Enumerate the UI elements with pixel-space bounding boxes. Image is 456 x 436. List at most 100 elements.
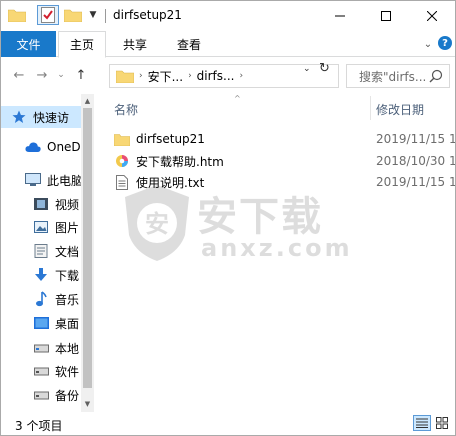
sidebar-item-downloads[interactable]: 下载 xyxy=(1,264,81,286)
sidebar-item-software-disk[interactable]: 软件 xyxy=(1,360,81,382)
search-placeholder: 搜索"dirfs... xyxy=(359,69,427,84)
tab-share[interactable]: 共享 xyxy=(111,31,159,57)
chevron-down-icon: ⌄ xyxy=(423,38,433,50)
file-name: dirfsetup21 xyxy=(136,132,205,146)
back-button[interactable]: ← xyxy=(10,66,28,84)
new-folder-button[interactable] xyxy=(64,7,82,23)
up-button[interactable]: ↑ xyxy=(72,66,90,84)
properties-button[interactable] xyxy=(37,5,59,25)
quick-access-dropdown[interactable]: ▼ xyxy=(87,7,99,23)
search-icon xyxy=(429,69,443,83)
drive-icon xyxy=(33,387,49,403)
status-bar: 3 个项目 xyxy=(1,412,455,435)
column-header-date[interactable]: 修改日期 xyxy=(376,101,424,118)
sidebar-item-videos[interactable]: 视频 xyxy=(1,193,81,215)
download-icon xyxy=(33,267,49,283)
breadcrumb-segment[interactable]: dirfs... xyxy=(197,69,235,83)
navigation-scrollbar[interactable]: ▲ ▼ xyxy=(81,94,94,412)
minimize-button[interactable] xyxy=(317,1,363,31)
tab-home[interactable]: 主页 xyxy=(58,31,106,58)
sidebar-item-label: 本地 xyxy=(55,341,80,356)
column-header-name[interactable]: 名称 xyxy=(114,101,138,118)
sidebar-item-label: 桌面 xyxy=(55,316,80,331)
help-icon[interactable]: ? xyxy=(438,36,452,50)
watermark-logo: 安 安下载 anxz.com xyxy=(123,178,350,268)
sidebar-item-label: 备份 xyxy=(55,388,80,403)
search-input[interactable]: 搜索"dirfs... xyxy=(346,64,450,88)
pictures-icon xyxy=(33,219,49,235)
close-icon xyxy=(427,11,437,21)
window-title: dirfsetup21 xyxy=(113,8,182,22)
chevron-down-icon: ⌄ xyxy=(303,64,311,74)
scroll-up-icon[interactable]: ▲ xyxy=(83,96,92,105)
documents-icon xyxy=(33,243,49,259)
tab-file[interactable]: 文件 xyxy=(1,31,56,57)
address-dropdown-button[interactable]: ⌄ xyxy=(303,64,311,74)
sidebar-item-label: 文档 xyxy=(55,244,80,259)
svg-text:安: 安 xyxy=(145,210,169,238)
sidebar-item-label: 音乐 xyxy=(55,292,80,307)
file-row[interactable]: 安下载帮助.htm 2018/10/30 1 xyxy=(114,151,455,171)
column-divider[interactable] xyxy=(370,96,371,120)
breadcrumb-segment[interactable]: 安下... xyxy=(148,68,183,85)
cloud-icon xyxy=(25,139,41,155)
sidebar-item-label: 图片 xyxy=(55,220,80,235)
sidebar-item-desktop[interactable]: 桌面 xyxy=(1,312,81,334)
maximize-button[interactable] xyxy=(363,1,409,31)
watermark-subtitle: anxz.com xyxy=(201,234,353,262)
sidebar-item-onedrive[interactable]: OneD xyxy=(1,136,81,158)
drive-icon xyxy=(33,363,49,379)
chevron-right-icon[interactable]: › xyxy=(188,71,192,81)
arrow-right-icon: → xyxy=(36,67,48,83)
recent-locations-button[interactable]: ⌄ xyxy=(55,66,67,84)
large-icons-view-button[interactable] xyxy=(433,415,451,431)
close-button[interactable] xyxy=(409,1,455,31)
sidebar-item-label: 软件 xyxy=(55,364,80,379)
refresh-icon: ↻ xyxy=(319,61,330,76)
computer-icon xyxy=(25,172,41,188)
sidebar-item-documents[interactable]: 文档 xyxy=(1,240,81,262)
explorer-window: ▼ dirfsetup21 文件 主页 共享 查看 ⌄ ? ← → ⌄ ↑ › … xyxy=(0,0,456,436)
sidebar-item-backup-disk[interactable]: 备份 xyxy=(1,384,81,406)
file-date: 2019/11/15 1 xyxy=(376,132,455,146)
html-file-icon xyxy=(114,153,130,169)
large-icons-view-icon xyxy=(436,417,448,429)
file-date: 2019/11/15 1 xyxy=(376,175,455,189)
ribbon-tabs: 文件 主页 共享 查看 ⌄ ? xyxy=(1,31,455,58)
maximize-icon xyxy=(381,11,391,21)
tab-view[interactable]: 查看 xyxy=(165,31,213,57)
folder-icon xyxy=(8,7,26,23)
sidebar-item-local-disk[interactable]: 本地 xyxy=(1,337,81,359)
refresh-button[interactable]: ↻ xyxy=(319,61,330,76)
sidebar-item-label: 快速访 xyxy=(33,110,70,125)
star-icon xyxy=(11,109,27,125)
details-view-button[interactable] xyxy=(413,415,431,431)
navigation-bar: ← → ⌄ ↑ › 安下... › dirfs... › ⌄ ↻ 搜索"dirf… xyxy=(1,58,455,94)
file-row[interactable]: dirfsetup21 2019/11/15 1 xyxy=(114,129,455,149)
sort-indicator-icon: ^ xyxy=(234,94,241,103)
folder-icon xyxy=(116,70,134,83)
forward-button[interactable]: → xyxy=(33,66,51,84)
arrow-up-icon: ↑ xyxy=(75,67,87,83)
scrollbar-thumb[interactable] xyxy=(83,108,92,388)
ribbon-expand-button[interactable]: ⌄ xyxy=(421,37,435,51)
sidebar-item-pictures[interactable]: 图片 xyxy=(1,216,81,238)
music-icon xyxy=(33,291,49,307)
shield-icon: 安 xyxy=(125,185,189,261)
arrow-left-icon: ← xyxy=(13,67,25,83)
minimize-icon xyxy=(335,15,345,17)
title-separator xyxy=(105,9,106,23)
file-name: 安下载帮助.htm xyxy=(136,154,224,169)
sidebar-item-quick-access[interactable]: 快速访 xyxy=(1,106,81,128)
title-bar: ▼ dirfsetup21 xyxy=(1,1,455,31)
sidebar-item-label: 此电脑 xyxy=(47,173,81,188)
new-folder-icon xyxy=(64,9,82,22)
file-date: 2018/10/30 1 xyxy=(376,154,455,168)
sidebar-item-this-pc[interactable]: 此电脑 xyxy=(1,169,81,191)
folder-icon xyxy=(114,131,130,147)
chevron-down-icon: ▼ xyxy=(89,10,97,20)
chevron-right-icon[interactable]: › xyxy=(239,71,243,81)
scroll-down-icon[interactable]: ▼ xyxy=(83,399,92,408)
sidebar-item-music[interactable]: 音乐 xyxy=(1,288,81,310)
chevron-right-icon[interactable]: › xyxy=(139,71,143,81)
